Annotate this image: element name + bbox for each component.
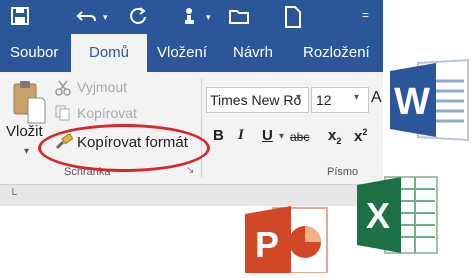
- group-separator: [201, 78, 202, 178]
- tab-stop-selector-icon[interactable]: └: [9, 189, 17, 201]
- font-size-combo[interactable]: 12: [311, 87, 369, 113]
- paste-dropdown-icon[interactable]: ▾: [24, 146, 29, 157]
- cut-button[interactable]: Vyjmout: [77, 79, 127, 95]
- strikethrough-button[interactable]: abc: [290, 130, 309, 144]
- touch-mode-icon[interactable]: [180, 6, 200, 31]
- underline-dropdown-icon[interactable]: ▾: [279, 131, 284, 142]
- subscript-mark: 2: [336, 136, 342, 146]
- superscript-button[interactable]: x2: [354, 127, 367, 145]
- font-size-value: 12: [316, 92, 332, 108]
- superscript-mark: 2: [362, 127, 368, 137]
- new-document-icon[interactable]: [284, 6, 302, 33]
- clipboard-dialog-launcher-icon[interactable]: ↘: [186, 165, 194, 176]
- excel-logo-letter: X: [366, 195, 390, 236]
- powerpoint-logo-letter: P: [255, 224, 279, 265]
- paste-button[interactable]: Vložit: [6, 123, 43, 140]
- redo-icon[interactable]: [128, 6, 148, 31]
- italic-button[interactable]: I: [238, 127, 244, 144]
- subscript-button[interactable]: x2: [328, 127, 341, 146]
- grow-font-icon[interactable]: A: [371, 89, 382, 107]
- quick-access-toolbar: ▾ ▾ =: [0, 0, 383, 34]
- powerpoint-logo: P: [243, 202, 329, 278]
- word-window: ▾ ▾ = Soubor Domů Vložení Návrh Rozložen…: [0, 0, 383, 206]
- font-name-value: Times New Ro: [210, 92, 302, 108]
- word-logo: W: [388, 57, 470, 148]
- word-logo-letter: W: [394, 81, 430, 123]
- excel-logo: X: [355, 173, 439, 262]
- ribbon-home: Vložit ▾ Vyjmout Kopírovat Kopírovat for…: [0, 72, 383, 184]
- save-icon[interactable]: [10, 6, 30, 31]
- paste-icon[interactable]: [12, 80, 46, 129]
- tab-layout[interactable]: Rozložení: [303, 34, 370, 72]
- tab-file[interactable]: Soubor: [10, 34, 58, 72]
- underline-button[interactable]: U: [262, 127, 273, 144]
- bold-button[interactable]: B: [213, 127, 224, 144]
- ribbon-tabs: Soubor Domů Vložení Návrh Rozložení: [0, 34, 383, 72]
- font-name-dropdown-icon[interactable]: ▾: [296, 92, 301, 103]
- font-name-combo[interactable]: Times New Ro: [206, 87, 309, 113]
- copy-button[interactable]: Kopírovat: [77, 105, 137, 121]
- undo-icon[interactable]: [76, 6, 98, 31]
- font-group-label: Písmo: [327, 166, 359, 178]
- tab-design[interactable]: Návrh: [233, 34, 273, 72]
- cut-icon[interactable]: [55, 80, 71, 101]
- tab-home[interactable]: Domů: [71, 34, 147, 72]
- touch-dropdown-icon[interactable]: ▾: [206, 12, 211, 23]
- customize-qat-icon[interactable]: =: [362, 8, 369, 22]
- undo-dropdown-icon[interactable]: ▾: [103, 12, 108, 23]
- highlight-oval: [38, 124, 210, 172]
- tab-insert[interactable]: Vložení: [157, 34, 207, 72]
- open-folder-icon[interactable]: [228, 6, 252, 31]
- copy-icon[interactable]: [55, 105, 71, 126]
- font-size-dropdown-icon[interactable]: ▾: [354, 92, 359, 103]
